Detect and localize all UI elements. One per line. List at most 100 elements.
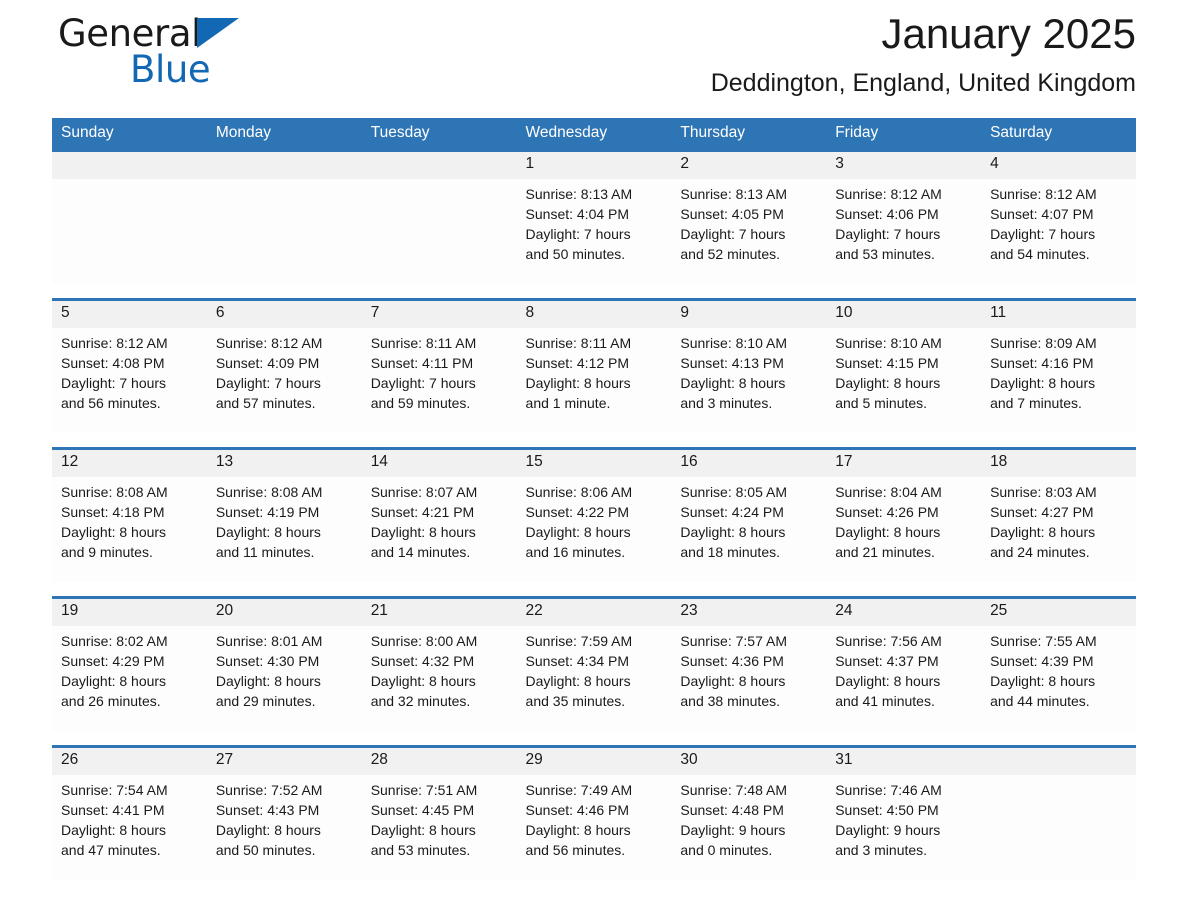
day-number[interactable]: 28 bbox=[361, 748, 517, 775]
day-cell[interactable]: Sunrise: 8:06 AM Sunset: 4:22 PM Daylight:… bbox=[516, 477, 672, 582]
day-cell[interactable]: Sunrise: 7:55 AM Sunset: 4:39 PM Daylight:… bbox=[981, 626, 1136, 731]
day-cell[interactable]: Sunrise: 8:10 AM Sunset: 4:13 PM Daylight:… bbox=[671, 328, 827, 433]
day-number[interactable]: 4 bbox=[981, 152, 1136, 179]
day-number[interactable]: 19 bbox=[52, 599, 207, 626]
day-cell[interactable]: Sunrise: 8:12 AM Sunset: 4:06 PM Daylight:… bbox=[826, 179, 982, 284]
day-number[interactable]: 26 bbox=[52, 748, 207, 775]
page-subtitle: Deddington, England, United Kingdom bbox=[710, 69, 1136, 97]
daylight-text: Daylight: 8 hours bbox=[370, 673, 476, 689]
day-number[interactable]: 21 bbox=[361, 599, 517, 626]
day-number-empty bbox=[981, 748, 1136, 775]
day-number[interactable]: 30 bbox=[671, 748, 827, 775]
daylight-text-cont: and 50 minutes. bbox=[215, 842, 316, 858]
day-number[interactable]: 9 bbox=[671, 301, 827, 328]
day-cell[interactable]: Sunrise: 7:56 AM Sunset: 4:37 PM Daylight:… bbox=[826, 626, 982, 731]
week-gap-cell bbox=[52, 433, 1136, 447]
day-cell[interactable]: Sunrise: 7:49 AM Sunset: 4:46 PM Daylight:… bbox=[516, 775, 672, 880]
day-number[interactable]: 13 bbox=[206, 450, 362, 477]
daylight-text: Daylight: 8 hours bbox=[990, 524, 1096, 540]
sunrise-text: Sunrise: 7:56 AM bbox=[835, 633, 942, 649]
daylight-text-cont: and 32 minutes. bbox=[370, 693, 471, 709]
day-cell[interactable]: Sunrise: 8:13 AM Sunset: 4:04 PM Daylight:… bbox=[516, 179, 672, 284]
day-detail-row: Sunrise: 8:13 AM Sunset: 4:04 PM Daylight:… bbox=[52, 179, 1136, 284]
calendar-table: Sunday Monday Tuesday Wednesday Thursday Frid… bbox=[52, 118, 1136, 880]
day-cell[interactable]: Sunrise: 7:54 AM Sunset: 4:41 PM Daylight:… bbox=[52, 775, 207, 880]
day-number[interactable]: 25 bbox=[981, 599, 1136, 626]
day-number[interactable]: 24 bbox=[826, 599, 982, 626]
day-cell[interactable]: Sunrise: 8:03 AM Sunset: 4:27 PM Daylight:… bbox=[981, 477, 1136, 582]
day-number[interactable]: 3 bbox=[826, 152, 982, 179]
day-number[interactable]: 17 bbox=[826, 450, 982, 477]
daylight-text: Daylight: 8 hours bbox=[835, 375, 941, 391]
day-cell[interactable]: Sunrise: 8:10 AM Sunset: 4:15 PM Daylight:… bbox=[826, 328, 982, 433]
day-cell[interactable]: Sunrise: 7:59 AM Sunset: 4:34 PM Daylight:… bbox=[516, 626, 672, 731]
day-number[interactable]: 14 bbox=[361, 450, 517, 477]
day-number[interactable]: 6 bbox=[206, 301, 362, 328]
day-cell[interactable]: Sunrise: 8:04 AM Sunset: 4:26 PM Daylight:… bbox=[826, 477, 982, 582]
day-number[interactable]: 12 bbox=[52, 450, 207, 477]
day-cell[interactable]: Sunrise: 8:13 AM Sunset: 4:05 PM Daylight:… bbox=[671, 179, 827, 284]
day-cell[interactable]: Sunrise: 8:12 AM Sunset: 4:08 PM Daylight:… bbox=[52, 328, 207, 433]
day-number[interactable]: 8 bbox=[516, 301, 672, 328]
day-number[interactable]: 7 bbox=[361, 301, 517, 328]
sunrise-text: Sunrise: 8:12 AM bbox=[835, 186, 942, 202]
day-cell[interactable]: Sunrise: 8:01 AM Sunset: 4:30 PM Daylight:… bbox=[206, 626, 362, 731]
day-number[interactable]: 10 bbox=[826, 301, 982, 328]
daylight-text-cont: and 14 minutes. bbox=[370, 544, 471, 560]
daylight-text-cont: and 53 minutes. bbox=[370, 842, 471, 858]
sunset-text: Sunset: 4:04 PM bbox=[525, 206, 630, 222]
day-cell[interactable]: Sunrise: 8:08 AM Sunset: 4:18 PM Daylight:… bbox=[52, 477, 207, 582]
sunrise-text: Sunrise: 7:52 AM bbox=[215, 782, 323, 798]
day-cell[interactable]: Sunrise: 7:46 AM Sunset: 4:50 PM Daylight:… bbox=[826, 775, 982, 880]
generalblue-logo: General Blue bbox=[58, 12, 318, 104]
day-number[interactable]: 29 bbox=[516, 748, 672, 775]
sunset-text: Sunset: 4:34 PM bbox=[525, 653, 630, 669]
sunrise-text: Sunrise: 8:00 AM bbox=[370, 633, 478, 649]
sunset-text: Sunset: 4:06 PM bbox=[835, 206, 939, 222]
day-cell[interactable]: Sunrise: 8:08 AM Sunset: 4:19 PM Daylight:… bbox=[206, 477, 362, 582]
day-number[interactable]: 31 bbox=[826, 748, 982, 775]
day-number[interactable]: 5 bbox=[52, 301, 207, 328]
day-number[interactable]: 20 bbox=[206, 599, 362, 626]
daylight-text: Daylight: 8 hours bbox=[680, 375, 786, 391]
daylight-text: Daylight: 8 hours bbox=[990, 673, 1096, 689]
day-cell[interactable]: Sunrise: 8:05 AM Sunset: 4:24 PM Daylight:… bbox=[671, 477, 827, 582]
day-cell[interactable]: Sunrise: 8:07 AM Sunset: 4:21 PM Daylight:… bbox=[361, 477, 517, 582]
day-number[interactable]: 18 bbox=[981, 450, 1136, 477]
day-number[interactable]: 23 bbox=[671, 599, 827, 626]
day-cell[interactable]: Sunrise: 7:51 AM Sunset: 4:45 PM Daylight:… bbox=[361, 775, 517, 880]
day-cell[interactable]: Sunrise: 8:00 AM Sunset: 4:32 PM Daylight:… bbox=[361, 626, 517, 731]
daylight-text-cont: and 56 minutes. bbox=[525, 842, 626, 858]
day-cell[interactable]: Sunrise: 8:09 AM Sunset: 4:16 PM Daylight:… bbox=[981, 328, 1136, 433]
sunset-text: Sunset: 4:46 PM bbox=[525, 802, 630, 818]
day-cell[interactable]: Sunrise: 8:11 AM Sunset: 4:11 PM Daylight:… bbox=[361, 328, 517, 433]
day-number[interactable]: 16 bbox=[671, 450, 827, 477]
day-number[interactable]: 2 bbox=[671, 152, 827, 179]
daylight-text-cont: and 38 minutes. bbox=[680, 693, 780, 709]
daylight-text-cont: and 59 minutes. bbox=[370, 395, 471, 411]
day-cell[interactable]: Sunrise: 8:11 AM Sunset: 4:12 PM Daylight:… bbox=[516, 328, 672, 433]
daylight-text: Daylight: 8 hours bbox=[835, 673, 941, 689]
day-cell-empty bbox=[361, 179, 517, 284]
day-number[interactable]: 11 bbox=[981, 301, 1136, 328]
day-number[interactable]: 15 bbox=[516, 450, 672, 477]
day-number-row: 26 27 28 29 30 31 bbox=[52, 748, 1136, 775]
daylight-text-cont: and 9 minutes. bbox=[61, 544, 153, 560]
day-cell[interactable]: Sunrise: 8:02 AM Sunset: 4:29 PM Daylight:… bbox=[52, 626, 207, 731]
sunset-text: Sunset: 4:07 PM bbox=[990, 206, 1094, 222]
daylight-text-cont: and 24 minutes. bbox=[990, 544, 1090, 560]
daylight-text-cont: and 1 minute. bbox=[525, 395, 611, 411]
day-number[interactable]: 1 bbox=[516, 152, 672, 179]
sunrise-text: Sunrise: 8:10 AM bbox=[680, 335, 787, 351]
daylight-text: Daylight: 8 hours bbox=[525, 822, 631, 838]
daylight-text-cont: and 18 minutes. bbox=[680, 544, 780, 560]
daylight-text-cont: and 41 minutes. bbox=[835, 693, 935, 709]
day-cell[interactable]: Sunrise: 7:48 AM Sunset: 4:48 PM Daylight:… bbox=[671, 775, 827, 880]
day-cell[interactable]: Sunrise: 8:12 AM Sunset: 4:09 PM Daylight:… bbox=[206, 328, 362, 433]
day-number[interactable]: 22 bbox=[516, 599, 672, 626]
day-cell[interactable]: Sunrise: 8:12 AM Sunset: 4:07 PM Daylight:… bbox=[981, 179, 1136, 284]
logo-line-one: General bbox=[58, 12, 318, 56]
day-cell[interactable]: Sunrise: 7:52 AM Sunset: 4:43 PM Daylight:… bbox=[206, 775, 362, 880]
day-cell[interactable]: Sunrise: 7:57 AM Sunset: 4:36 PM Daylight:… bbox=[671, 626, 827, 731]
day-number[interactable]: 27 bbox=[206, 748, 362, 775]
